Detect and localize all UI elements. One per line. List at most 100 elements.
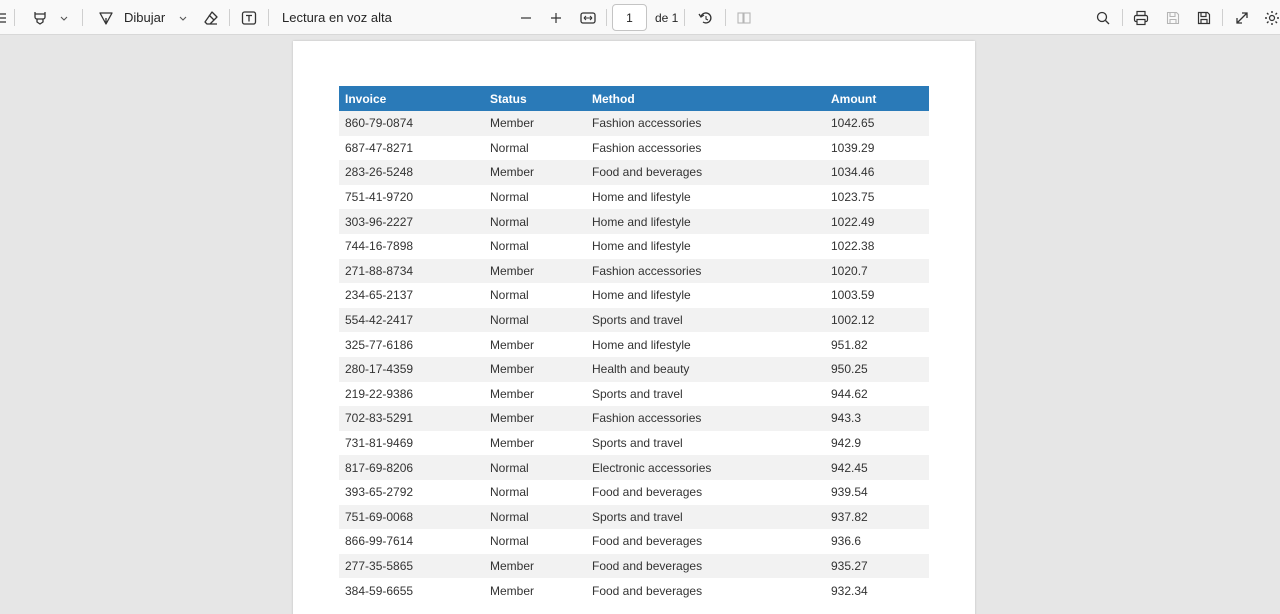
cell-invoice: 234-65-2137 xyxy=(339,283,484,308)
cell-invoice: 393-65-2792 xyxy=(339,479,484,505)
page-view-icon[interactable] xyxy=(733,0,755,35)
table-row: 277-35-5865 Member Food and beverages 935.2… xyxy=(339,553,929,579)
chevron-down-icon[interactable] xyxy=(175,0,191,35)
column-header-method: Method xyxy=(586,86,825,111)
cell-method: Sports and travel xyxy=(586,504,825,530)
cell-amount: 1034.46 xyxy=(825,160,929,185)
cell-invoice: 384-59-6655 xyxy=(339,578,484,603)
cell-invoice: 687-47-8271 xyxy=(339,135,484,161)
cell-invoice: 751-69-0068 xyxy=(339,504,484,530)
cell-status: Member xyxy=(484,258,586,284)
fit-width-icon[interactable] xyxy=(576,0,600,35)
toolbar-separator xyxy=(1122,9,1123,26)
cell-amount: 937.82 xyxy=(825,504,929,530)
cell-status: Normal xyxy=(484,504,586,530)
cell-status: Member xyxy=(484,381,586,407)
cell-method: Electronic accessories xyxy=(586,455,825,480)
cell-method: Food and beverages xyxy=(586,479,825,505)
cell-amount: 1002.12 xyxy=(825,307,929,333)
toolbar-separator xyxy=(606,9,607,26)
cell-status: Member xyxy=(484,553,586,579)
zoom-in-icon[interactable] xyxy=(545,0,567,35)
cell-method: Home and lifestyle xyxy=(586,209,825,234)
cell-amount: 936.6 xyxy=(825,529,929,554)
cell-invoice: 554-42-2417 xyxy=(339,307,484,333)
cell-status: Normal xyxy=(484,529,586,554)
chevron-down-icon[interactable] xyxy=(56,0,72,35)
cell-method: Food and beverages xyxy=(586,553,825,579)
menu-icon[interactable] xyxy=(0,0,10,35)
expand-icon[interactable] xyxy=(1231,0,1253,35)
read-aloud-button[interactable]: Lectura en voz alta xyxy=(282,0,392,35)
toolbar-separator xyxy=(725,9,726,26)
save-as-icon[interactable] xyxy=(1193,0,1215,35)
table-row: 280-17-4359 Member Health and beauty 950.25 xyxy=(339,356,929,382)
cell-amount: 1023.75 xyxy=(825,184,929,210)
cell-invoice: 744-16-7898 xyxy=(339,233,484,259)
cell-invoice: 751-41-9720 xyxy=(339,184,484,210)
cell-status: Member xyxy=(484,332,586,357)
cell-amount: 1039.29 xyxy=(825,135,929,161)
cell-method: Health and beauty xyxy=(586,356,825,382)
table-row: 283-26-5248 Member Food and beverages 1034.… xyxy=(339,160,929,185)
table-row: 751-69-0068 Normal Sports and travel 937.82 xyxy=(339,504,929,530)
cell-method: Fashion accessories xyxy=(586,111,825,136)
cell-method: Home and lifestyle xyxy=(586,283,825,308)
cell-method: Sports and travel xyxy=(586,430,825,456)
table-row: 325-77-6186 Member Home and lifestyle 951.8… xyxy=(339,332,929,357)
cell-status: Member xyxy=(484,160,586,185)
cell-status: Normal xyxy=(484,184,586,210)
table-row: 271-88-8734 Member Fashion accessories 1020… xyxy=(339,258,929,284)
toolbar-separator xyxy=(229,9,230,26)
table-row: 751-41-9720 Normal Home and lifestyle 1023.… xyxy=(339,184,929,210)
pdf-toolbar: Dibujar Lectura en voz alta de 1 xyxy=(0,0,1280,35)
save-icon[interactable] xyxy=(1162,0,1184,35)
cell-invoice: 860-79-0874 xyxy=(339,111,484,136)
cell-status: Normal xyxy=(484,479,586,505)
toolbar-separator xyxy=(268,9,269,26)
cell-invoice: 219-22-9386 xyxy=(339,381,484,407)
toolbar-separator xyxy=(1222,9,1223,26)
table-row: 234-65-2137 Normal Home and lifestyle 1003.… xyxy=(339,283,929,308)
cell-status: Normal xyxy=(484,209,586,234)
cell-status: Member xyxy=(484,356,586,382)
page-number-input[interactable] xyxy=(612,4,647,31)
rotate-icon[interactable] xyxy=(694,0,718,35)
cell-amount: 942.9 xyxy=(825,430,929,456)
cell-method: Fashion accessories xyxy=(586,135,825,161)
cell-invoice: 866-99-7614 xyxy=(339,529,484,554)
draw-button[interactable]: Dibujar xyxy=(124,0,165,35)
text-box-icon[interactable] xyxy=(238,0,260,35)
column-header-status: Status xyxy=(484,86,586,111)
draw-icon[interactable] xyxy=(95,0,117,35)
cell-amount: 1022.49 xyxy=(825,209,929,234)
table-row: 687-47-8271 Normal Fashion accessories 1039… xyxy=(339,135,929,161)
cell-status: Member xyxy=(484,430,586,456)
highlight-icon[interactable] xyxy=(28,0,52,35)
column-header-invoice: Invoice xyxy=(339,86,484,111)
cell-amount: 939.54 xyxy=(825,479,929,505)
zoom-out-icon[interactable] xyxy=(515,0,537,35)
cell-method: Home and lifestyle xyxy=(586,233,825,259)
eraser-icon[interactable] xyxy=(200,0,222,35)
table-row: 384-59-6655 Member Food and beverages 932.3… xyxy=(339,578,929,603)
cell-invoice: 325-77-6186 xyxy=(339,332,484,357)
print-icon[interactable] xyxy=(1130,0,1152,35)
cell-method: Food and beverages xyxy=(586,529,825,554)
table-row: 303-96-2227 Normal Home and lifestyle 1022.… xyxy=(339,209,929,234)
cell-status: Normal xyxy=(484,307,586,333)
toolbar-separator xyxy=(684,9,685,26)
cell-status: Normal xyxy=(484,283,586,308)
cell-invoice: 277-35-5865 xyxy=(339,553,484,579)
cell-method: Food and beverages xyxy=(586,160,825,185)
search-icon[interactable] xyxy=(1092,0,1114,35)
table-row: 731-81-9469 Member Sports and travel 942.9 xyxy=(339,430,929,456)
cell-method: Home and lifestyle xyxy=(586,332,825,357)
cell-invoice: 303-96-2227 xyxy=(339,209,484,234)
cell-method: Sports and travel xyxy=(586,307,825,333)
table-row: 860-79-0874 Member Fashion accessories 1042… xyxy=(339,111,929,136)
cell-amount: 950.25 xyxy=(825,356,929,382)
table-row: 744-16-7898 Normal Home and lifestyle 1022.… xyxy=(339,233,929,259)
table-header-row: Invoice Status Method Amount xyxy=(339,86,929,111)
settings-icon[interactable] xyxy=(1262,0,1280,35)
